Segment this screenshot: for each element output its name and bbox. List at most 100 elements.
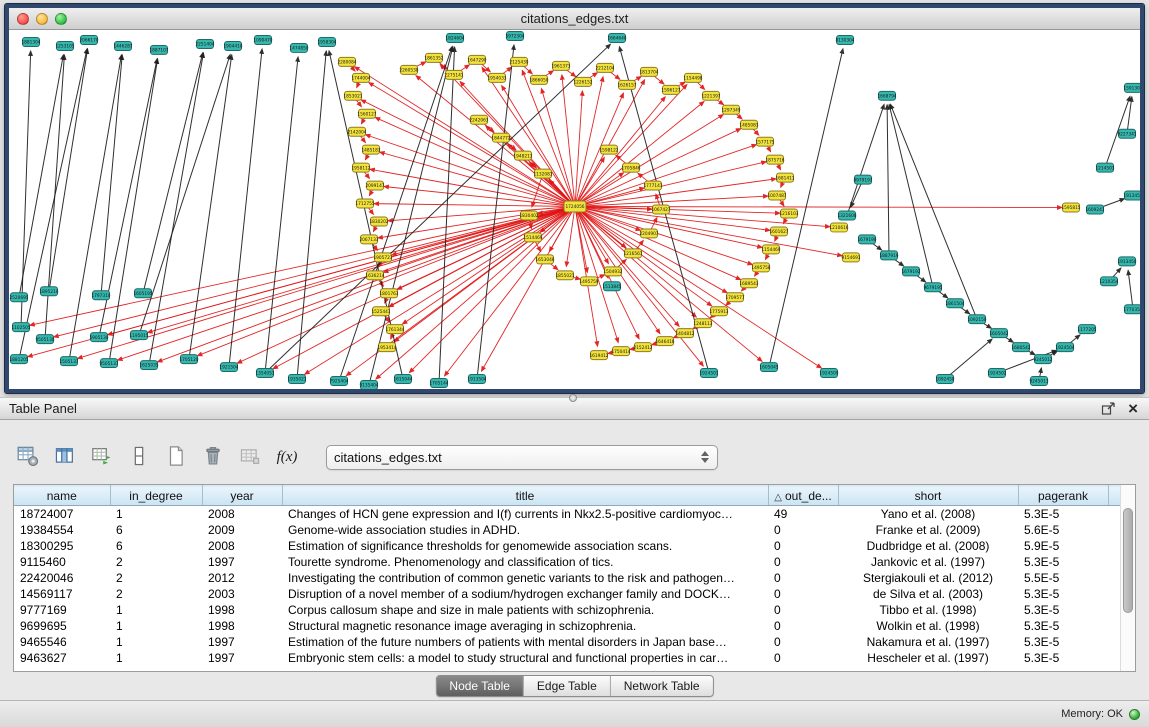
close-panel-icon[interactable]: × bbox=[1126, 402, 1140, 416]
graph-node[interactable]: 1221397 bbox=[701, 91, 720, 100]
column-header-name[interactable]: name bbox=[14, 486, 110, 506]
graph-node[interactable]: 1680542 bbox=[1011, 343, 1030, 352]
new-column-button[interactable] bbox=[162, 443, 190, 471]
window-close-button[interactable] bbox=[17, 13, 29, 25]
graph-node[interactable]: 1216103 bbox=[779, 209, 798, 218]
graph-node[interactable]: 2152412 bbox=[633, 343, 652, 352]
graph-node[interactable]: 1601627 bbox=[769, 227, 788, 236]
graph-node[interactable]: 2520695 bbox=[9, 293, 28, 302]
graph-node[interactable]: 1605195 bbox=[133, 289, 152, 298]
graph-node[interactable]: 1924504 bbox=[1055, 343, 1074, 352]
graph-node[interactable]: 1248113 bbox=[693, 319, 712, 328]
graph-node[interactable]: 1647290 bbox=[467, 55, 486, 64]
graph-node[interactable]: 1777141 bbox=[643, 181, 662, 190]
graph-node[interactable]: 1154498 bbox=[683, 73, 702, 82]
graph-node[interactable]: 9505137 bbox=[99, 359, 118, 368]
graph-node[interactable]: 1924502 bbox=[987, 369, 1006, 378]
graph-node[interactable]: 1102505 bbox=[11, 323, 30, 332]
column-header-title[interactable]: title bbox=[282, 486, 768, 506]
graph-node[interactable]: 1354051 bbox=[255, 369, 274, 378]
graph-node[interactable]: 1404812 bbox=[675, 329, 694, 338]
graph-node[interactable]: 1591304 bbox=[1123, 83, 1140, 92]
graph-node[interactable]: 1913453 bbox=[1123, 191, 1140, 200]
graph-node[interactable]: 1830202 bbox=[369, 217, 388, 226]
graph-node[interactable]: 8979197 bbox=[853, 175, 872, 184]
graph-node[interactable]: 1689543 bbox=[739, 279, 758, 288]
graph-node[interactable]: 1861352 bbox=[424, 53, 443, 62]
graph-node[interactable]: 1596127 bbox=[661, 85, 680, 94]
graph-node[interactable]: 2204907 bbox=[639, 229, 658, 238]
table-row[interactable]: 1456911722003Disruption of a novel membe… bbox=[14, 586, 1120, 602]
graph-node[interactable]: 1895210 bbox=[39, 287, 58, 296]
graph-node[interactable]: 1495759 bbox=[579, 277, 598, 286]
graph-node[interactable]: 1653046 bbox=[535, 255, 554, 264]
graph-node[interactable]: 1881205 bbox=[9, 355, 28, 364]
table-row[interactable]: 946362711997Embryonic stem cells: a mode… bbox=[14, 650, 1120, 666]
graph-node[interactable]: 1761344 bbox=[385, 325, 404, 334]
column-header-in_degree[interactable]: in_degree bbox=[110, 486, 202, 506]
graph-node[interactable]: 1664640 bbox=[607, 33, 626, 42]
graph-node[interactable]: 1924509 bbox=[819, 369, 838, 378]
graph-node[interactable]: 2275141 bbox=[444, 70, 463, 79]
network-view-window[interactable]: citations_edges.txt 17240562280084174400… bbox=[5, 4, 1144, 393]
row-height-button[interactable] bbox=[125, 443, 153, 471]
panel-resize-grip[interactable] bbox=[569, 394, 577, 402]
graph-node[interactable]: 1924501 bbox=[699, 369, 718, 378]
table-row[interactable]: 946554611997Estimation of the future num… bbox=[14, 634, 1120, 650]
graph-node[interactable]: 1750414 bbox=[611, 347, 630, 356]
graph-node[interactable]: 1705144 bbox=[429, 379, 448, 388]
graph-node[interactable]: 1154469 bbox=[761, 245, 780, 254]
graph-node[interactable]: 1913450 bbox=[1117, 257, 1136, 266]
graph-node[interactable]: 2280084 bbox=[337, 57, 356, 66]
graph-node[interactable]: 1681411 bbox=[775, 173, 794, 182]
graph-node[interactable]: 1214503 bbox=[1095, 163, 1114, 172]
graph-node[interactable]: 1216561 bbox=[623, 249, 642, 258]
graph-node[interactable]: 1705846 bbox=[621, 163, 640, 172]
graph-node[interactable]: 1679190 bbox=[857, 235, 876, 244]
graph-node[interactable]: 1132081 bbox=[533, 169, 552, 178]
graph-node[interactable]: 1712755 bbox=[355, 199, 374, 208]
graph-node[interactable]: 9245012 bbox=[1033, 355, 1052, 364]
graph-node[interactable]: 1953414 bbox=[377, 343, 396, 352]
graph-node[interactable]: 1297349 bbox=[721, 105, 740, 114]
graph-node[interactable]: 1504932 bbox=[603, 267, 622, 276]
graph-node[interactable]: 1948213 bbox=[513, 151, 532, 160]
graph-node[interactable]: 1446287 bbox=[113, 41, 132, 50]
graph-node[interactable]: 1961373 bbox=[551, 61, 570, 70]
graph-node[interactable]: 1844772 bbox=[491, 133, 510, 142]
graph-node[interactable]: 8130304 bbox=[835, 35, 854, 44]
graph-node[interactable]: 1881304 bbox=[21, 37, 40, 46]
graph-node[interactable]: 2260538 bbox=[399, 65, 418, 74]
graph-node[interactable]: 1513845 bbox=[602, 282, 621, 291]
table-scrollbar[interactable] bbox=[1120, 485, 1135, 671]
graph-node[interactable]: 9505130 bbox=[35, 335, 54, 344]
export-table-button[interactable] bbox=[88, 443, 116, 471]
graph-node[interactable]: 1619412 bbox=[589, 351, 608, 360]
graph-node[interactable]: 1770354 bbox=[1123, 305, 1140, 314]
graph-node[interactable]: 1505137 bbox=[59, 357, 78, 366]
graph-node[interactable]: 1958304 bbox=[317, 37, 336, 46]
table-row[interactable]: 977716911998Corpus callosum shape and si… bbox=[14, 602, 1120, 618]
graph-node[interactable]: 1905723 bbox=[373, 253, 392, 262]
graph-node[interactable]: 1514469 bbox=[523, 233, 542, 242]
table-selector[interactable]: citations_edges.txt bbox=[326, 445, 718, 470]
graph-hub-node[interactable]: 1724056 bbox=[564, 201, 586, 212]
graph-node[interactable]: 1887919 bbox=[879, 251, 898, 260]
table-row[interactable]: 1938455462009Genome-wide association stu… bbox=[14, 522, 1120, 538]
graph-node[interactable]: 1195015 bbox=[129, 331, 148, 340]
table-row[interactable]: 1872400712008Changes of HCN gene express… bbox=[14, 506, 1120, 523]
graph-node[interactable]: 2066170 bbox=[79, 35, 98, 44]
graph-node[interactable]: 1609241 bbox=[1085, 205, 1104, 214]
graph-node[interactable]: 2242063 bbox=[469, 115, 488, 124]
graph-node[interactable]: 2251404 bbox=[195, 39, 214, 48]
graph-node[interactable]: 1067427 bbox=[651, 205, 670, 214]
scrollbar-thumb[interactable] bbox=[1123, 508, 1133, 613]
float-panel-icon[interactable] bbox=[1101, 401, 1116, 416]
window-titlebar[interactable]: citations_edges.txt bbox=[9, 8, 1140, 30]
graph-node[interactable]: 1177205 bbox=[1077, 325, 1096, 334]
graph-node[interactable]: 7925404 bbox=[329, 377, 348, 386]
graph-node[interactable]: 1092150 bbox=[967, 315, 986, 324]
graph-node[interactable]: 1636214 bbox=[365, 271, 384, 280]
graph-node[interactable]: 1210354 bbox=[1099, 277, 1118, 286]
graph-node[interactable]: 1615044 bbox=[393, 375, 412, 384]
